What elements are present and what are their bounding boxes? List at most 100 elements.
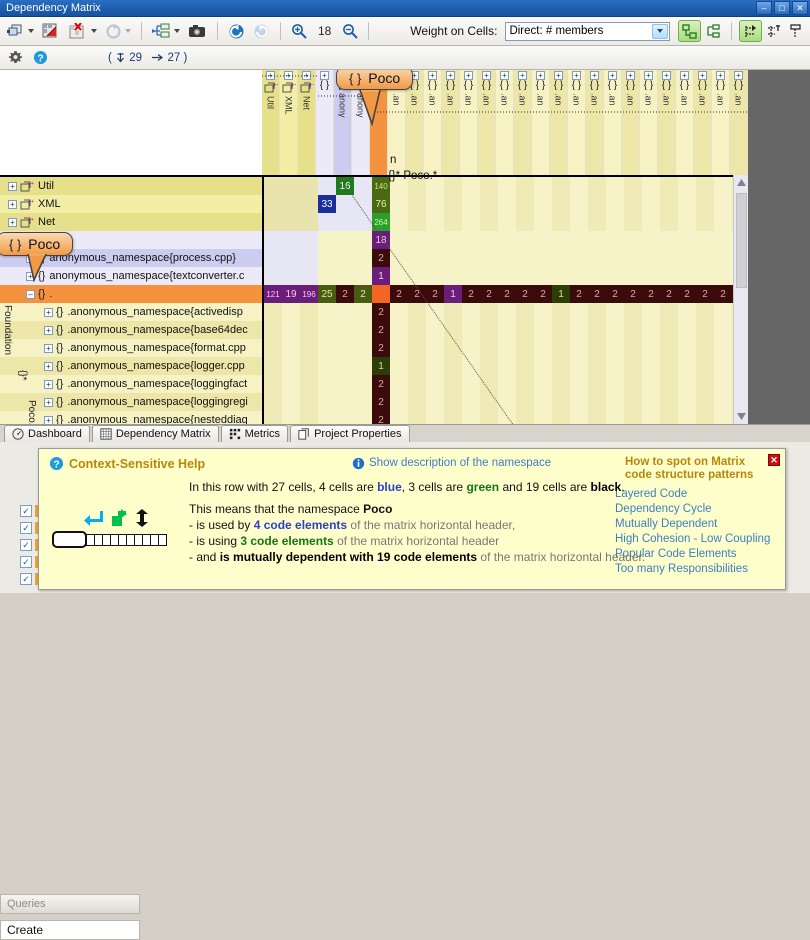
matrix-column-header-cell[interactable]: +{ }.an bbox=[496, 70, 514, 175]
matrix-cell[interactable] bbox=[462, 393, 480, 411]
expand-icon[interactable]: + bbox=[302, 71, 311, 80]
matrix-cell-row[interactable]: 2 bbox=[264, 321, 748, 339]
matrix-cell[interactable] bbox=[462, 357, 480, 375]
matrix-column-header-cell[interactable]: +{ }.an bbox=[676, 70, 694, 175]
matrix-cell[interactable]: 1 bbox=[372, 267, 390, 285]
matrix-cell[interactable] bbox=[408, 411, 426, 424]
matrix-cell[interactable] bbox=[714, 303, 732, 321]
expand-icon[interactable]: + bbox=[554, 71, 563, 80]
matrix-cell[interactable] bbox=[444, 267, 462, 285]
matrix-cell[interactable] bbox=[624, 231, 642, 249]
matrix-cell[interactable]: 16 bbox=[336, 177, 354, 195]
matrix-filter-button[interactable] bbox=[39, 19, 64, 43]
matrix-cell[interactable] bbox=[642, 267, 660, 285]
matrix-cell[interactable] bbox=[570, 321, 588, 339]
matrix-cell[interactable] bbox=[282, 177, 300, 195]
expand-icon[interactable]: + bbox=[572, 71, 581, 80]
matrix-cell[interactable] bbox=[588, 231, 606, 249]
expand-icon[interactable]: + bbox=[734, 71, 743, 80]
matrix-cell[interactable] bbox=[336, 411, 354, 424]
matrix-cell[interactable] bbox=[318, 357, 336, 375]
expand-icon[interactable]: + bbox=[44, 308, 53, 317]
back-button[interactable] bbox=[225, 19, 248, 43]
matrix-cell[interactable] bbox=[336, 267, 354, 285]
matrix-cell[interactable]: 2 bbox=[372, 339, 390, 357]
matrix-cell[interactable] bbox=[714, 339, 732, 357]
expand-icon[interactable]: + bbox=[644, 71, 653, 80]
matrix-cell[interactable] bbox=[498, 213, 516, 231]
expand-icon[interactable]: + bbox=[44, 326, 53, 335]
group-toggle-button[interactable] bbox=[678, 20, 701, 42]
matrix-row-header-cell[interactable]: +{}.anonymous_namespace{logger.cpp bbox=[0, 357, 262, 375]
matrix-cell[interactable] bbox=[390, 411, 408, 424]
matrix-cell[interactable] bbox=[642, 375, 660, 393]
matrix-cell[interactable] bbox=[552, 267, 570, 285]
matrix-cell[interactable] bbox=[444, 249, 462, 267]
matrix-row-header-cell[interactable]: +++XML bbox=[0, 195, 262, 213]
matrix-cell[interactable]: 19 bbox=[282, 285, 300, 303]
matrix-cell[interactable] bbox=[696, 213, 714, 231]
matrix-cell[interactable] bbox=[462, 177, 480, 195]
matrix-cell[interactable] bbox=[264, 393, 282, 411]
expand-icon[interactable]: + bbox=[428, 71, 437, 80]
matrix-cell[interactable] bbox=[498, 375, 516, 393]
screenshot-button[interactable] bbox=[185, 19, 210, 43]
matrix-cell[interactable] bbox=[444, 303, 462, 321]
matrix-cell[interactable] bbox=[696, 375, 714, 393]
matrix-cell[interactable] bbox=[714, 321, 732, 339]
help-icon[interactable]: ? bbox=[33, 50, 48, 65]
matrix-cell[interactable] bbox=[714, 393, 732, 411]
tree-dropdown-caret[interactable] bbox=[174, 29, 180, 33]
matrix-column-header-cell[interactable]: +{ }.an bbox=[550, 70, 568, 175]
matrix-cell[interactable] bbox=[534, 231, 552, 249]
matrix-cell[interactable] bbox=[588, 213, 606, 231]
tab-project-properties[interactable]: Project Properties bbox=[290, 425, 409, 442]
matrix-cell[interactable] bbox=[408, 213, 426, 231]
matrix-cell[interactable] bbox=[588, 411, 606, 424]
scroll-up-arrow-icon[interactable] bbox=[734, 175, 749, 190]
expand-icon[interactable]: – bbox=[26, 290, 35, 299]
matrix-cell[interactable] bbox=[300, 357, 318, 375]
matrix-cell[interactable] bbox=[552, 249, 570, 267]
matrix-cell[interactable] bbox=[372, 285, 390, 303]
matrix-cell[interactable] bbox=[606, 339, 624, 357]
matrix-cell[interactable] bbox=[570, 249, 588, 267]
matrix-cell[interactable] bbox=[642, 195, 660, 213]
matrix-cell[interactable] bbox=[552, 231, 570, 249]
matrix-cell[interactable] bbox=[696, 321, 714, 339]
matrix-cell[interactable]: 2 bbox=[372, 303, 390, 321]
column-button[interactable] bbox=[787, 19, 806, 43]
ungroup-button[interactable] bbox=[703, 19, 724, 43]
matrix-cell[interactable] bbox=[552, 303, 570, 321]
matrix-cell[interactable] bbox=[480, 357, 498, 375]
matrix-cell[interactable] bbox=[552, 411, 570, 424]
matrix-cell[interactable] bbox=[300, 195, 318, 213]
matrix-cell[interactable] bbox=[516, 357, 534, 375]
matrix-column-header-cell[interactable]: +{ }.an bbox=[712, 70, 730, 175]
matrix-cell-row[interactable]: 18 bbox=[264, 231, 748, 249]
matrix-row-header-cell[interactable]: +++Util bbox=[0, 177, 262, 195]
matrix-cell-row[interactable]: 2 bbox=[264, 249, 748, 267]
matrix-cell[interactable]: 121 bbox=[264, 285, 282, 303]
matrix-cell[interactable] bbox=[642, 177, 660, 195]
matrix-cell[interactable] bbox=[354, 267, 372, 285]
matrix-cell[interactable] bbox=[552, 375, 570, 393]
matrix-column-header-cell[interactable]: +{ }.an bbox=[442, 70, 460, 175]
matrix-cell[interactable] bbox=[588, 339, 606, 357]
matrix-cell[interactable] bbox=[534, 213, 552, 231]
tab-dependency-matrix[interactable]: Dependency Matrix bbox=[92, 425, 219, 442]
matrix-cell[interactable] bbox=[336, 393, 354, 411]
matrix-cell[interactable] bbox=[480, 393, 498, 411]
matrix-cell[interactable]: 1 bbox=[372, 357, 390, 375]
matrix-cell[interactable]: 2 bbox=[480, 285, 498, 303]
bottom-tabbar[interactable]: DashboardDependency MatrixMetricsProject… bbox=[0, 424, 810, 442]
matrix-cell[interactable]: 2 bbox=[354, 285, 372, 303]
matrix-cell[interactable] bbox=[588, 357, 606, 375]
matrix-cell[interactable] bbox=[336, 231, 354, 249]
matrix-cell[interactable] bbox=[570, 213, 588, 231]
matrix-cell[interactable] bbox=[534, 411, 552, 424]
matrix-cell[interactable] bbox=[516, 177, 534, 195]
matrix-cell[interactable]: 2 bbox=[660, 285, 678, 303]
matrix-cell[interactable] bbox=[390, 375, 408, 393]
matrix-cell[interactable] bbox=[570, 357, 588, 375]
